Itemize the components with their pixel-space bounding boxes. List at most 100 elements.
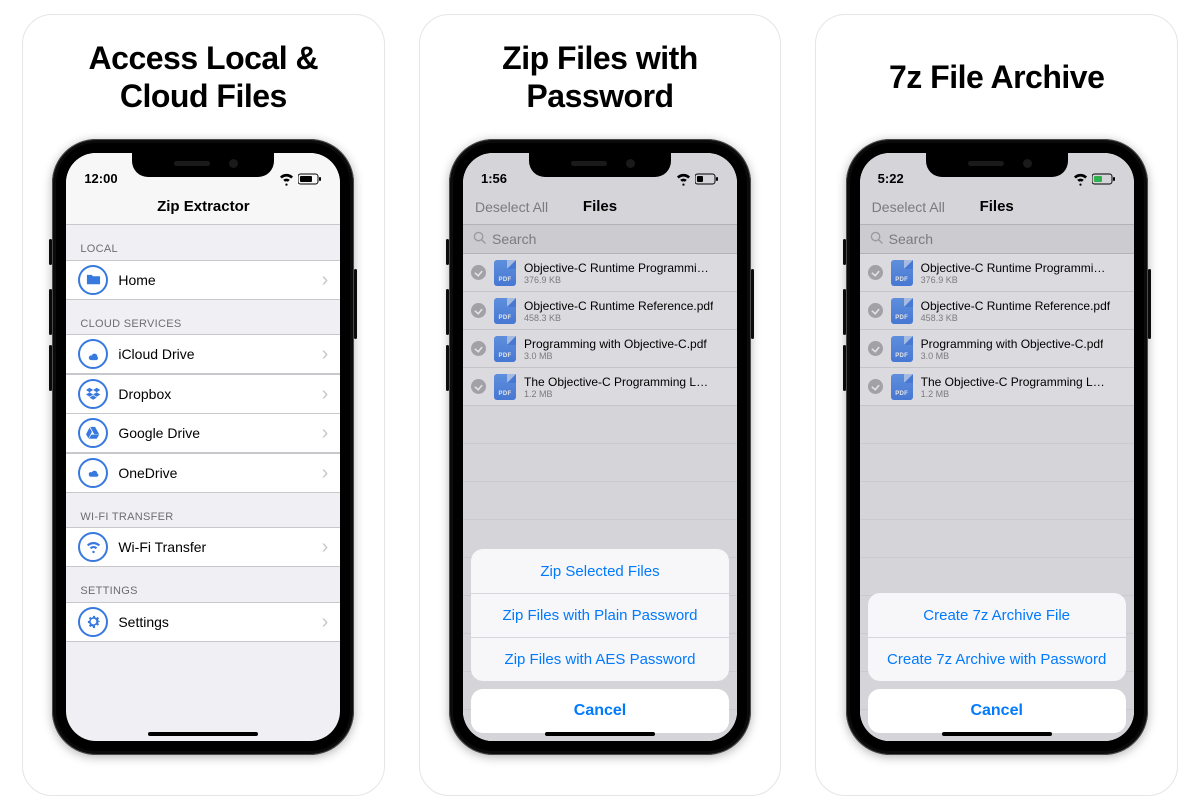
pdf-icon xyxy=(891,260,913,286)
nav-bar: Zip Extractor xyxy=(66,189,340,225)
showcase-panel-2: Zip Files with Password 1:56 Deselect Al… xyxy=(419,14,782,796)
phone-frame: 5:22 Deselect All Files Search Objective… xyxy=(846,139,1148,755)
panel-caption: 7z File Archive xyxy=(889,37,1104,119)
phone-frame: 1:56 Deselect All Files Search Objective… xyxy=(449,139,751,755)
status-time: 1:56 xyxy=(481,171,507,186)
folder-icon xyxy=(78,265,108,295)
file-size: 458.3 KB xyxy=(524,313,713,323)
file-row[interactable]: Programming with Objective-C.pdf3.0 MB xyxy=(463,330,737,368)
showcase-panel-3: 7z File Archive 5:22 Deselect All Files … xyxy=(815,14,1178,796)
dropbox-icon xyxy=(78,379,108,409)
panel-caption: Zip Files with Password xyxy=(438,37,763,119)
showcase-panel-1: Access Local & Cloud Files 12:00 Zip Ext… xyxy=(22,14,385,796)
check-icon[interactable] xyxy=(471,303,486,318)
file-size: 458.3 KB xyxy=(921,313,1110,323)
section-header-cloud: CLOUD SERVICES xyxy=(66,300,340,335)
chevron-right-icon: › xyxy=(322,270,329,290)
home-indicator[interactable] xyxy=(545,732,655,736)
pdf-icon xyxy=(891,374,913,400)
file-row[interactable]: Objective-C Runtime Reference.pdf458.3 K… xyxy=(860,292,1134,330)
file-row[interactable]: The Objective-C Programming Lan…1.2 MB xyxy=(860,368,1134,406)
sheet-option-zip-aes-password[interactable]: Zip Files with AES Password xyxy=(471,637,729,681)
pdf-icon xyxy=(891,298,913,324)
action-sheet: Create 7z Archive File Create 7z Archive… xyxy=(860,585,1134,741)
row-label: Google Drive xyxy=(118,425,311,441)
row-settings[interactable]: Settings › xyxy=(66,602,340,642)
section-header-wifi: WI-FI TRANSFER xyxy=(66,493,340,528)
sheet-cancel-button[interactable]: Cancel xyxy=(471,689,729,733)
file-size: 3.0 MB xyxy=(524,351,707,361)
check-icon[interactable] xyxy=(868,341,883,356)
file-row[interactable]: The Objective-C Programming Lan…1.2 MB xyxy=(463,368,737,406)
chevron-right-icon: › xyxy=(322,463,329,483)
file-size: 376.9 KB xyxy=(921,275,1111,285)
row-label: Home xyxy=(118,272,311,288)
row-onedrive[interactable]: OneDrive › xyxy=(66,453,340,493)
file-size: 1.2 MB xyxy=(524,389,714,399)
row-wifi-transfer[interactable]: Wi-Fi Transfer › xyxy=(66,527,340,567)
sheet-cancel-button[interactable]: Cancel xyxy=(868,689,1126,733)
notch xyxy=(529,153,671,177)
search-bar[interactable]: Search xyxy=(463,225,737,254)
file-row[interactable]: Objective-C Runtime Programmin…376.9 KB xyxy=(860,254,1134,292)
panel-caption: Access Local & Cloud Files xyxy=(41,37,366,119)
file-name: Objective-C Runtime Reference.pdf xyxy=(524,299,713,313)
file-row[interactable]: Objective-C Runtime Reference.pdf458.3 K… xyxy=(463,292,737,330)
nav-bar: Deselect All Files xyxy=(860,189,1134,225)
sheet-option-zip[interactable]: Zip Selected Files xyxy=(471,549,729,593)
row-home[interactable]: Home › xyxy=(66,260,340,300)
row-dropbox[interactable]: Dropbox › xyxy=(66,374,340,414)
battery-icon xyxy=(298,172,322,186)
status-time: 12:00 xyxy=(84,171,117,186)
check-icon[interactable] xyxy=(471,265,486,280)
wifi-icon xyxy=(279,172,294,186)
chevron-right-icon: › xyxy=(322,423,329,443)
file-name: Objective-C Runtime Programmin… xyxy=(921,261,1111,275)
gear-icon xyxy=(78,607,108,637)
search-placeholder: Search xyxy=(889,231,933,247)
nav-title: Zip Extractor xyxy=(157,198,250,215)
row-icloud[interactable]: iCloud Drive › xyxy=(66,334,340,374)
sheet-option-zip-plain-password[interactable]: Zip Files with Plain Password xyxy=(471,593,729,637)
section-header-settings: SETTINGS xyxy=(66,567,340,602)
search-placeholder: Search xyxy=(492,231,536,247)
check-icon[interactable] xyxy=(471,341,486,356)
home-indicator[interactable] xyxy=(148,732,258,736)
file-row[interactable]: Objective-C Runtime Programmin…376.9 KB xyxy=(463,254,737,292)
row-label: OneDrive xyxy=(118,465,311,481)
row-label: Wi-Fi Transfer xyxy=(118,539,311,555)
search-icon xyxy=(473,231,486,247)
file-size: 376.9 KB xyxy=(524,275,714,285)
sheet-option-7z[interactable]: Create 7z Archive File xyxy=(868,593,1126,637)
file-name: The Objective-C Programming Lan… xyxy=(524,375,714,389)
onedrive-icon xyxy=(78,458,108,488)
row-google-drive[interactable]: Google Drive › xyxy=(66,413,340,453)
cloud-icon xyxy=(78,339,108,369)
wifi-icon xyxy=(78,532,108,562)
pdf-icon xyxy=(494,336,516,362)
check-icon[interactable] xyxy=(868,379,883,394)
search-icon xyxy=(870,231,883,247)
nav-bar: Deselect All Files xyxy=(463,189,737,225)
deselect-all-button[interactable]: Deselect All xyxy=(872,199,945,215)
chevron-right-icon: › xyxy=(322,537,329,557)
chevron-right-icon: › xyxy=(322,612,329,632)
search-bar[interactable]: Search xyxy=(860,225,1134,254)
deselect-all-button[interactable]: Deselect All xyxy=(475,199,548,215)
chevron-right-icon: › xyxy=(322,344,329,364)
file-row[interactable]: Programming with Objective-C.pdf3.0 MB xyxy=(860,330,1134,368)
pdf-icon xyxy=(494,374,516,400)
home-indicator[interactable] xyxy=(942,732,1052,736)
pdf-icon xyxy=(494,298,516,324)
pdf-icon xyxy=(891,336,913,362)
notch xyxy=(132,153,274,177)
check-icon[interactable] xyxy=(868,265,883,280)
check-icon[interactable] xyxy=(868,303,883,318)
file-name: Programming with Objective-C.pdf xyxy=(524,337,707,351)
sheet-option-7z-password[interactable]: Create 7z Archive with Password xyxy=(868,637,1126,681)
check-icon[interactable] xyxy=(471,379,486,394)
phone-frame: 12:00 Zip Extractor LOCAL Home › CLOUD S… xyxy=(52,139,354,755)
action-sheet: Zip Selected Files Zip Files with Plain … xyxy=(463,541,737,741)
file-name: Objective-C Runtime Reference.pdf xyxy=(921,299,1110,313)
file-name: The Objective-C Programming Lan… xyxy=(921,375,1111,389)
